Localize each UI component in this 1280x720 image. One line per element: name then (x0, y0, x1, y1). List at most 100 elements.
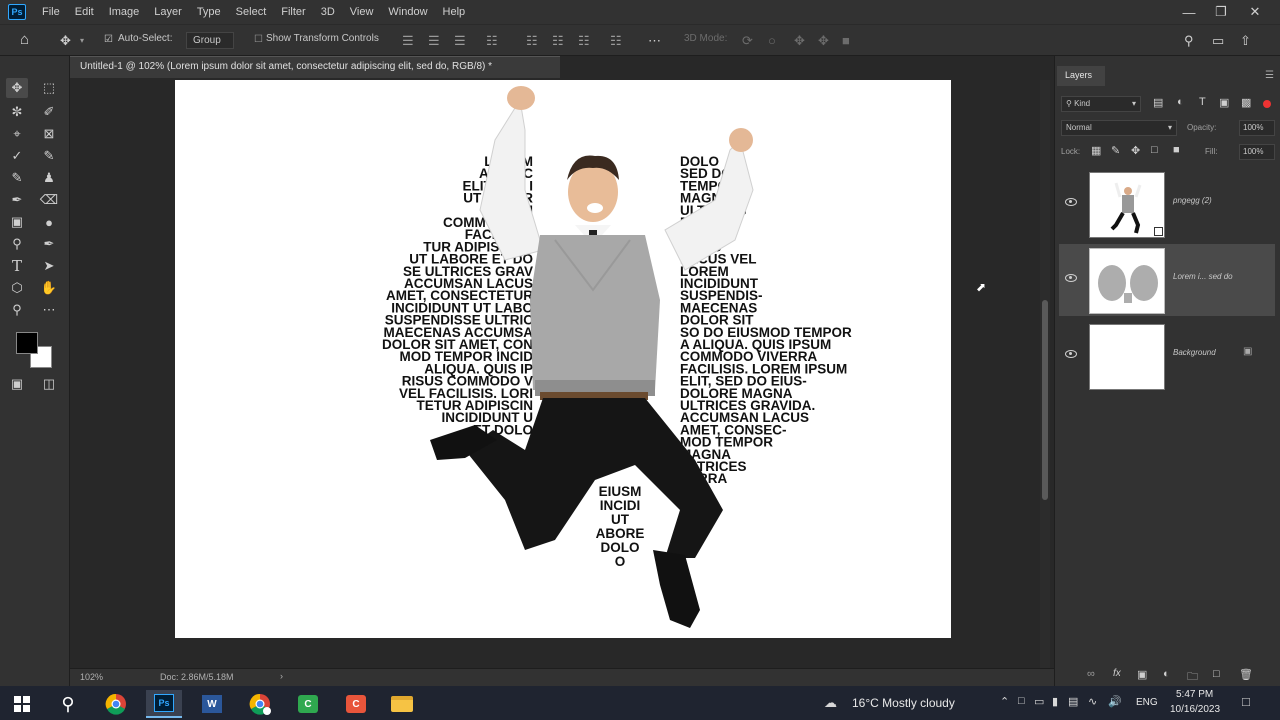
wifi-icon[interactable]: ∿ (1088, 695, 1097, 708)
word-icon[interactable]: W (194, 690, 230, 718)
layer-mask-icon[interactable]: ▣ (1137, 668, 1147, 681)
eye-icon[interactable] (1065, 274, 1077, 282)
link-layers-icon[interactable]: ∞ (1087, 668, 1095, 680)
clock-date[interactable]: 10/16/2023 (1170, 704, 1220, 715)
clock-time[interactable]: 5:47 PM (1176, 689, 1213, 700)
vertical-scrollbar[interactable] (1040, 80, 1050, 668)
distribute-vertical-icon[interactable]: ☷ (610, 33, 622, 49)
chrome-profile-icon[interactable] (242, 690, 278, 718)
more-tools-icon[interactable]: ⋯ (38, 300, 60, 320)
layer-item-selected[interactable]: Lorem i... sed do (1059, 244, 1275, 316)
align-left-icon[interactable]: ☰ (402, 33, 414, 49)
shape-tool-icon[interactable]: ⬡ (6, 278, 28, 298)
menu-help[interactable]: Help (443, 6, 466, 18)
search-icon[interactable]: ⚲ (1184, 33, 1194, 49)
eye-icon[interactable] (1065, 198, 1077, 206)
lock-artboard-icon[interactable]: □ (1151, 144, 1158, 156)
blur-tool-icon[interactable]: ● (38, 212, 60, 232)
camtasia-green-icon[interactable]: C (290, 690, 326, 718)
restore-icon[interactable]: ❐ (1204, 0, 1238, 24)
adjustment-layer-icon[interactable]: ◐ (1163, 668, 1170, 680)
menu-layer[interactable]: Layer (154, 6, 182, 18)
filter-smart-object-icon[interactable]: ▩ (1241, 96, 1251, 109)
menu-filter[interactable]: Filter (281, 6, 305, 18)
menu-image[interactable]: Image (109, 6, 140, 18)
panel-menu-icon[interactable]: ☰ (1265, 70, 1274, 81)
layer-name[interactable]: pngegg (2) (1173, 196, 1212, 205)
menu-edit[interactable]: Edit (75, 6, 94, 18)
filter-shape-icon[interactable]: ▣ (1219, 96, 1229, 109)
camtasia-orange-icon[interactable]: C (338, 690, 374, 718)
align-right-icon[interactable]: ☰ (454, 33, 466, 49)
menu-file[interactable]: File (42, 6, 60, 18)
zoom-level[interactable]: 102% (80, 672, 103, 682)
screen-mode-icon[interactable]: ◫ (38, 374, 60, 394)
menu-window[interactable]: Window (388, 6, 427, 18)
move-tool-icon[interactable]: ✥ (60, 33, 71, 49)
group-folder-icon[interactable]: 🗀 (1187, 668, 1198, 687)
lock-position-icon[interactable]: ✥ (1131, 144, 1140, 157)
layer-item[interactable]: Background ▣ (1059, 320, 1275, 392)
notifications-icon[interactable]: □ (1242, 694, 1250, 709)
fx-icon[interactable]: fx (1113, 668, 1121, 679)
brush-tool-icon[interactable]: ✎ (6, 168, 28, 188)
eraser-tool-icon[interactable]: ⌫ (38, 190, 60, 210)
filter-toggle-icon[interactable] (1263, 100, 1271, 108)
layer-name[interactable]: Background (1173, 348, 1216, 357)
move-tool-icon[interactable]: ✥ (6, 78, 28, 98)
stamp-tool-icon[interactable]: ♟ (38, 168, 60, 188)
menu-view[interactable]: View (350, 6, 374, 18)
menu-3d[interactable]: 3D (321, 6, 335, 18)
auto-select-dropdown[interactable]: Group (186, 32, 234, 49)
chevron-up-icon[interactable]: ⌃ (1000, 695, 1009, 708)
new-layer-icon[interactable]: □ (1213, 668, 1220, 680)
lock-image-icon[interactable]: ✎ (1111, 144, 1120, 157)
chevron-down-icon[interactable]: ▾ (80, 36, 84, 45)
zoom-tool-icon[interactable]: ⚲ (6, 300, 28, 320)
frame-tool-icon[interactable]: ⊠ (38, 124, 60, 144)
close-icon[interactable]: ✕ (1238, 0, 1272, 24)
dodge-tool-icon[interactable]: ⚲ (6, 234, 28, 254)
chrome-icon[interactable] (98, 690, 134, 718)
filter-type-icon[interactable]: T (1199, 96, 1206, 108)
distribute-icon[interactable]: ☷ (486, 33, 498, 49)
photoshop-logo-icon[interactable]: Ps (8, 4, 26, 20)
file-explorer-icon[interactable] (384, 690, 420, 718)
eye-icon[interactable] (1065, 350, 1077, 358)
lock-transparent-icon[interactable]: ▦ (1091, 144, 1101, 157)
search-icon[interactable]: ⚲ (50, 690, 86, 718)
canvas[interactable]: LOREMAMET, CELIT, SED IUT LABORIPSUMCOMM… (175, 80, 951, 638)
menu-type[interactable]: Type (197, 6, 221, 18)
align-middle-icon[interactable]: ☷ (552, 33, 564, 49)
weather-icon[interactable]: ☁ (824, 695, 837, 711)
weather-text[interactable]: 16°C Mostly cloudy (852, 696, 955, 710)
filter-adjustment-icon[interactable]: ◐ (1177, 96, 1184, 108)
quick-mask-icon[interactable]: ▣ (6, 374, 28, 394)
tray-app-icon[interactable]: □ (1018, 695, 1025, 707)
windows-start-icon[interactable] (4, 690, 40, 718)
crop-tool-icon[interactable]: ⌖ (6, 124, 28, 144)
menu-select[interactable]: Select (236, 6, 267, 18)
network-icon[interactable]: ▤ (1068, 695, 1078, 708)
filter-pixel-icon[interactable]: ▤ (1153, 96, 1163, 109)
align-bottom-icon[interactable]: ☷ (578, 33, 590, 49)
lock-icon[interactable]: ▣ (1243, 346, 1252, 357)
tray-display-icon[interactable]: ▭ (1034, 695, 1044, 708)
trash-icon[interactable]: 🗑 (1239, 668, 1253, 681)
workspace-icon[interactable]: ▭ (1212, 33, 1224, 49)
status-chevron-icon[interactable]: › (280, 671, 283, 681)
checkbox-show-transform[interactable]: ☐ (254, 34, 263, 45)
eyedropper-tool-icon[interactable]: ✓ (6, 146, 28, 166)
battery-icon[interactable]: ▮ (1052, 695, 1058, 708)
filter-kind-dropdown[interactable]: ⚲ Kind ▾ (1061, 96, 1141, 112)
tab-layers[interactable]: Layers (1057, 66, 1105, 86)
more-options-icon[interactable]: ⋯ (648, 33, 661, 49)
photoshop-taskbar-icon[interactable]: Ps (146, 690, 182, 718)
layer-name[interactable]: Lorem i... sed do (1173, 272, 1233, 281)
opacity-field[interactable]: 100% (1239, 120, 1275, 136)
healing-brush-icon[interactable]: ✎ (38, 146, 60, 166)
share-icon[interactable]: ⇧ (1240, 33, 1251, 49)
fill-field[interactable]: 100% (1239, 144, 1275, 160)
quick-select-tool-icon[interactable]: ✐ (38, 102, 60, 122)
home-icon[interactable]: ⌂ (20, 31, 29, 48)
